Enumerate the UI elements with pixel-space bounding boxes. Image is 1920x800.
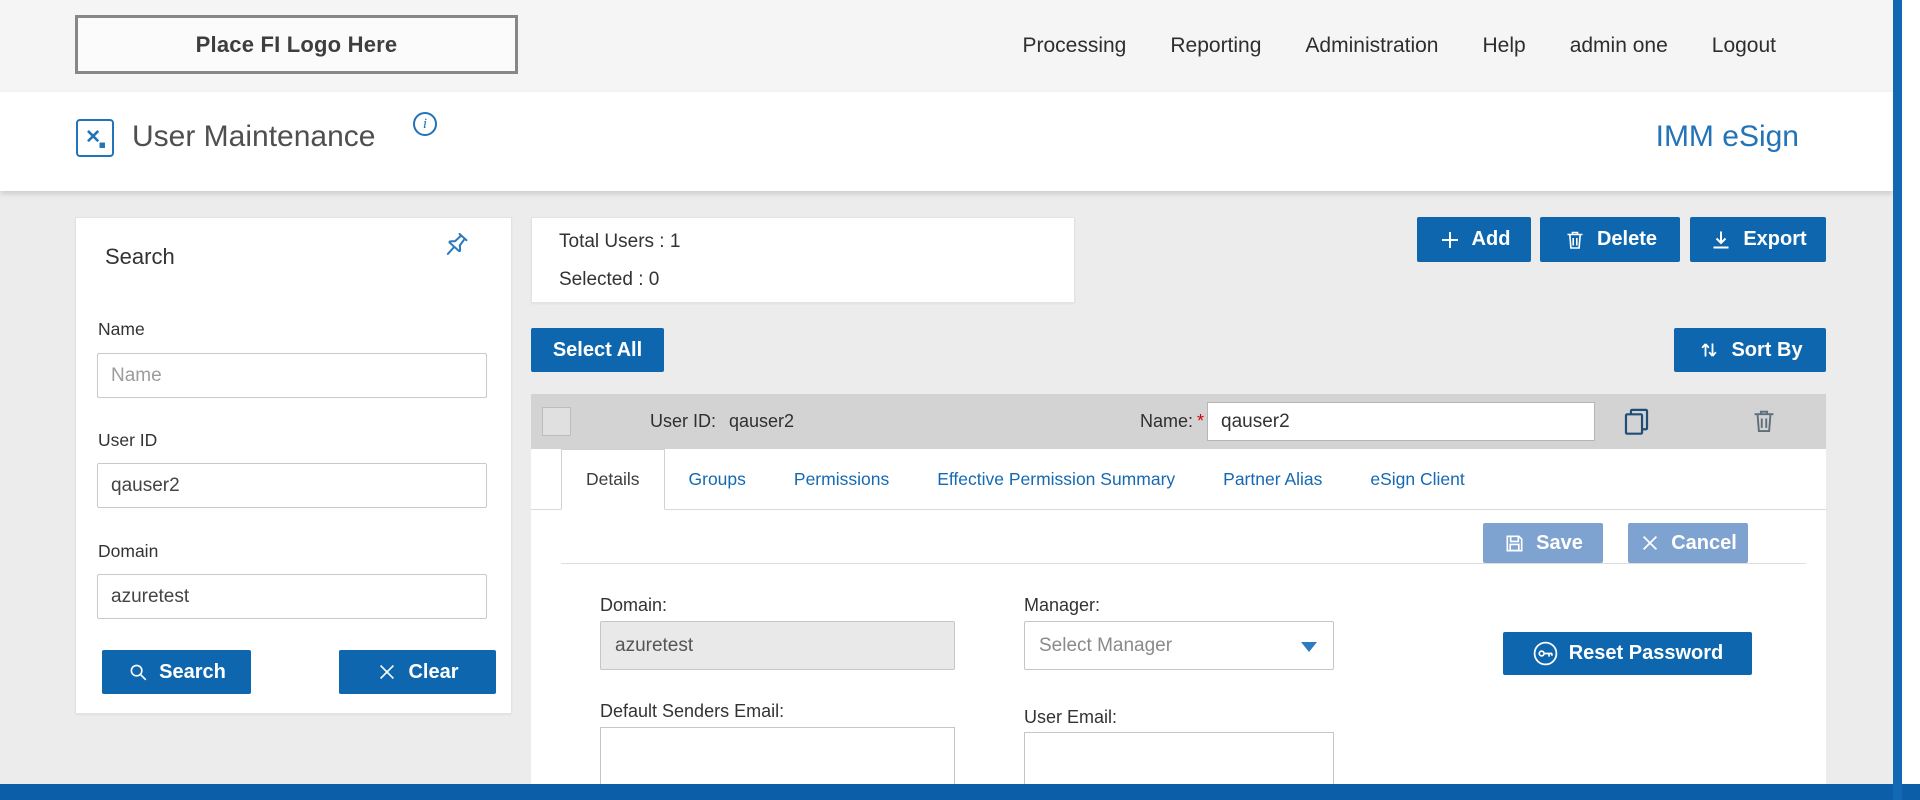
chevron-down-icon [1301, 642, 1317, 652]
search-panel-title: Search [105, 244, 175, 270]
cancel-button[interactable]: Cancel [1628, 523, 1748, 563]
sort-by-button[interactable]: Sort By [1674, 328, 1826, 372]
total-users-count: Total Users : 1 [559, 231, 680, 253]
brand-logo: IMM eSign [1656, 120, 1799, 154]
copy-user-icon[interactable] [1621, 406, 1652, 442]
user-id-value: qauser2 [729, 411, 794, 432]
top-navigation: Processing Reporting Administration Help… [1022, 0, 1776, 92]
reset-password-button[interactable]: Reset Password [1503, 632, 1752, 675]
nav-item-processing[interactable]: Processing [1022, 34, 1126, 58]
tab-partner-alias[interactable]: Partner Alias [1199, 449, 1346, 509]
tab-details[interactable]: Details [561, 449, 665, 510]
domain-field-label: Domain [98, 541, 158, 562]
user-id-field-label: User ID [98, 430, 157, 451]
search-domain-input[interactable] [97, 574, 487, 619]
users-summary-card: Total Users : 1 Selected : 0 [531, 217, 1075, 303]
top-bar: Place FI Logo Here Processing Reporting … [0, 0, 1893, 92]
required-asterisk: * [1197, 411, 1204, 431]
key-circle-icon [1532, 640, 1559, 667]
nav-item-logout[interactable]: Logout [1712, 34, 1776, 58]
page-header: User Maintenance i IMM eSign [0, 92, 1893, 191]
domain-form-label: Domain: [600, 595, 667, 616]
nav-item-admin-user[interactable]: admin one [1570, 34, 1668, 58]
nav-item-reporting[interactable]: Reporting [1170, 34, 1261, 58]
export-button[interactable]: Export [1690, 217, 1826, 262]
user-row: User ID: qauser2 Name:* [531, 394, 1826, 449]
save-floppy-icon [1503, 532, 1526, 555]
tab-esign-client[interactable]: eSign Client [1346, 449, 1488, 509]
page-title: User Maintenance [132, 120, 375, 154]
download-icon [1709, 228, 1733, 252]
app-mark-icon [82, 125, 108, 151]
tab-effective-permission-summary[interactable]: Effective Permission Summary [913, 449, 1199, 509]
select-all-button[interactable]: Select All [531, 328, 664, 372]
user-email-label: User Email: [1024, 707, 1117, 728]
manager-select-value: Select Manager [1039, 635, 1172, 657]
info-icon[interactable]: i [413, 112, 437, 136]
default-senders-email-input[interactable] [600, 727, 955, 784]
user-maintenance-page: Place FI Logo Here Processing Reporting … [0, 0, 1920, 800]
search-icon [127, 661, 149, 683]
search-name-input[interactable] [97, 353, 487, 398]
delete-user-icon[interactable] [1749, 406, 1779, 441]
x-icon [376, 661, 398, 683]
user-id-label: User ID: [650, 411, 716, 432]
fi-logo-placeholder: Place FI Logo Here [75, 15, 518, 74]
selected-count: Selected : 0 [559, 269, 659, 291]
user-maintenance-app-icon [76, 119, 114, 157]
tab-permissions[interactable]: Permissions [770, 449, 913, 509]
plus-icon [1438, 228, 1462, 252]
search-panel: Search Name User ID Domain Search [75, 217, 512, 714]
manager-form-label: Manager: [1024, 595, 1100, 616]
nav-item-help[interactable]: Help [1482, 34, 1525, 58]
name-field-label: Name [98, 319, 145, 340]
search-button[interactable]: Search [102, 650, 251, 694]
fi-logo-text: Place FI Logo Here [196, 32, 398, 58]
detail-tabs: Details Groups Permissions Effective Per… [531, 449, 1826, 510]
domain-form-input [600, 621, 955, 670]
user-row-checkbox[interactable] [542, 407, 571, 436]
save-button[interactable]: Save [1483, 523, 1603, 563]
name-label: Name:* [1140, 411, 1204, 432]
sort-arrows-icon [1697, 338, 1721, 362]
manager-select[interactable]: Select Manager [1024, 621, 1334, 670]
user-details-card: Details Groups Permissions Effective Per… [531, 449, 1826, 784]
x-icon [1639, 532, 1661, 554]
nav-item-administration[interactable]: Administration [1305, 34, 1438, 58]
search-user-id-input[interactable] [97, 463, 487, 508]
user-name-input[interactable] [1207, 402, 1595, 441]
pin-icon[interactable] [439, 230, 471, 267]
tab-groups[interactable]: Groups [665, 449, 770, 509]
user-email-input[interactable] [1024, 732, 1334, 784]
clear-button[interactable]: Clear [339, 650, 496, 694]
add-button[interactable]: Add [1417, 217, 1531, 262]
form-divider [561, 563, 1806, 564]
trash-icon [1563, 228, 1587, 252]
bottom-bar [0, 784, 1920, 800]
default-senders-email-label: Default Senders Email: [600, 701, 784, 722]
delete-button[interactable]: Delete [1540, 217, 1680, 262]
page-scrollbar[interactable] [1893, 0, 1902, 800]
